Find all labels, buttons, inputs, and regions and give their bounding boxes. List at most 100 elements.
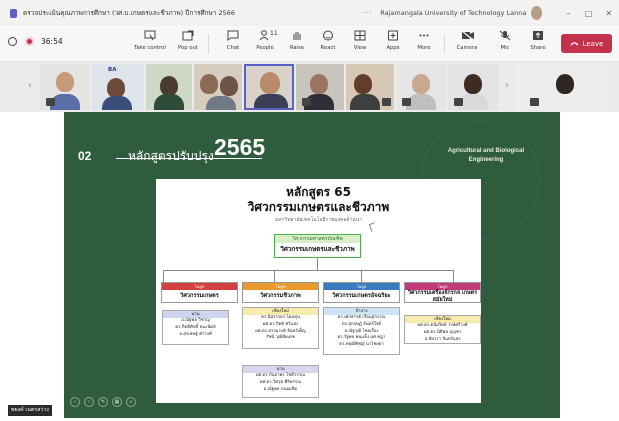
participant-tile[interactable] [346, 64, 394, 110]
pop-out-icon [182, 30, 195, 42]
participant-tile[interactable] [396, 64, 446, 110]
leave-label: Leave [582, 39, 604, 48]
participant-tile[interactable] [448, 64, 498, 110]
slide-title: หลักสูตรปรับปรุง [128, 149, 214, 163]
react-button[interactable]: React [311, 30, 345, 51]
department-name: Agricultural and Biological Engineering [416, 147, 556, 165]
track-name: วิศวกรรมเกษตร [180, 293, 219, 299]
connector-line [163, 270, 164, 282]
mic-label: Mic [500, 45, 510, 51]
track-caption: โมดูล [243, 283, 318, 290]
staff-name: ผศ.ดร.ดนัยวิทย์ วงษ์ศรีวงศ์ [417, 323, 468, 328]
camera-button[interactable]: Camera [450, 30, 484, 51]
degree-title: วิศวกรรมศาสตรบัณฑิต [275, 235, 360, 243]
presentation-slide: 02 หลักสูตรปรับปรุง 2565 Agricultural an… [64, 112, 560, 418]
prev-participants-arrow[interactable]: ‹ [28, 80, 32, 91]
connector-line [317, 258, 318, 270]
staff-name: อ.ณัฐพล ถนอมจิต [263, 386, 298, 392]
participant-strip: ‹ BA › [0, 62, 619, 112]
participant-avatar [464, 74, 482, 94]
meeting-toolbar: 36:54 Take control Pop out Chat 11 Peopl… [0, 26, 619, 62]
share-icon [532, 30, 545, 42]
people-button[interactable]: 11 People [248, 30, 282, 51]
pen-icon[interactable]: ✎ [98, 397, 108, 407]
staff-name: อ.สุรเชษฐ์ คำวงศ์ [179, 331, 212, 337]
campus-label: ลำปาง [324, 308, 399, 315]
slides-grid-icon[interactable]: ▦ [112, 397, 122, 407]
teams-icon [10, 8, 18, 18]
apps-label: Apps [386, 45, 400, 51]
next-participants-arrow[interactable]: › [505, 80, 509, 91]
leave-button[interactable]: Leave [561, 34, 612, 53]
participant-avatar [310, 74, 328, 94]
tile-name-label: BA [108, 67, 117, 73]
participant-avatar [56, 72, 74, 92]
connector-line [274, 270, 275, 282]
ellipsis-icon [418, 30, 431, 42]
mic-muted-icon [402, 98, 411, 106]
participant-tile-active[interactable] [244, 64, 294, 110]
participant-avatar [556, 74, 574, 94]
staff-box: เชียงใหม่ ผศ.ดร.ดนัยวิทย์ วงษ์ศรีวงศ์ ผศ… [404, 315, 481, 344]
minimize-button[interactable]: – [558, 9, 578, 18]
department-line-2: Engineering [468, 157, 504, 163]
raise-hand-button[interactable]: Raise [280, 30, 314, 51]
participant-tile[interactable] [40, 64, 90, 110]
camera-off-icon [461, 30, 474, 42]
mic-muted-icon [46, 98, 55, 106]
toolbar-divider [444, 34, 445, 54]
close-button[interactable]: ✕ [599, 9, 619, 18]
phone-hangup-icon [570, 40, 579, 48]
staff-box: ลำปาง ดร.เศกสรรค์ เรือนสุวรรณ ดร.สุกฤษฏ์… [323, 307, 400, 355]
slide-prev-icon[interactable]: ‹ [70, 397, 80, 407]
account-avatar[interactable] [531, 6, 543, 20]
degree-box: วิศวกรรมศาสตรบัณฑิต วิศวกรรมเกษตรและชีวภ… [274, 234, 361, 258]
staff-name: ดร.เศกสรรค์ เรือนสุวรรณ [337, 315, 386, 320]
campus-label: เชียงใหม่ [243, 308, 318, 315]
track-caption: โมดูล [405, 283, 480, 290]
participant-tile[interactable] [296, 64, 344, 110]
maximize-button[interactable]: □ [578, 9, 598, 18]
campus-label: น่าน [163, 311, 228, 318]
organization-name[interactable]: Rajamangala University of Technology Lan… [380, 9, 526, 17]
track-caption: โมดูล [162, 283, 237, 290]
pop-out-button[interactable]: Pop out [171, 30, 205, 51]
participant-tile[interactable] [146, 64, 192, 110]
chat-label: Chat [226, 45, 240, 51]
participant-avatar [354, 74, 372, 94]
apps-button[interactable]: Apps [376, 30, 410, 51]
mic-button[interactable]: Mic [488, 30, 522, 51]
curriculum-chart: หลักสูตร 65 วิศวกรรมเกษตรและชีวภาพ มหาวิ… [156, 179, 481, 403]
participant-tile[interactable] [516, 64, 608, 110]
staff-box: น่าน อ.ณัฐพล วิชาญ ดร.กิตติศักดิ์ ธนะนิต… [162, 310, 229, 345]
participant-tile[interactable] [194, 64, 242, 110]
people-count: 11 [270, 30, 278, 37]
slide-next-icon[interactable]: › [84, 397, 94, 407]
curriculum-program: วิศวกรรมเกษตรและชีวภาพ [247, 200, 390, 214]
take-control-button[interactable]: Take control [133, 30, 167, 51]
share-label: Share [530, 45, 546, 51]
track-caption: โมดูล [324, 283, 399, 290]
staff-name: รัชนี วุฒิชัยเดช [266, 335, 295, 341]
track-box: โมดูล วิศวกรรมเกษตรอัจฉริยะ [323, 282, 400, 303]
grid-view-icon [354, 30, 367, 42]
slide-title-year: 2565 [214, 134, 266, 160]
staff-name: ผศ.ดร.นิธิพล บุญชา [423, 329, 462, 335]
university-name: มหาวิทยาลัยเทคโนโลยีราชมงคลล้านนา [275, 217, 362, 223]
hand-icon [291, 30, 304, 42]
track-name: วิศวกรรมเกษตรอัจฉริยะ [332, 293, 391, 299]
more-button[interactable]: More [407, 30, 441, 51]
chat-icon [227, 30, 240, 42]
zoom-icon[interactable]: ⌕ [126, 397, 136, 407]
shield-icon [8, 37, 17, 46]
raise-label: Raise [289, 45, 305, 51]
share-button[interactable]: Share [521, 30, 555, 51]
participant-tile[interactable]: BA [92, 64, 144, 110]
more-options-icon[interactable]: ··· [363, 9, 372, 17]
campus-label: เชียงใหม่ [405, 316, 480, 323]
chat-button[interactable]: Chat [216, 30, 250, 51]
recording-icon [25, 37, 34, 46]
participant-avatar [160, 76, 178, 96]
view-button[interactable]: View [343, 30, 377, 51]
more-label: More [417, 45, 431, 51]
